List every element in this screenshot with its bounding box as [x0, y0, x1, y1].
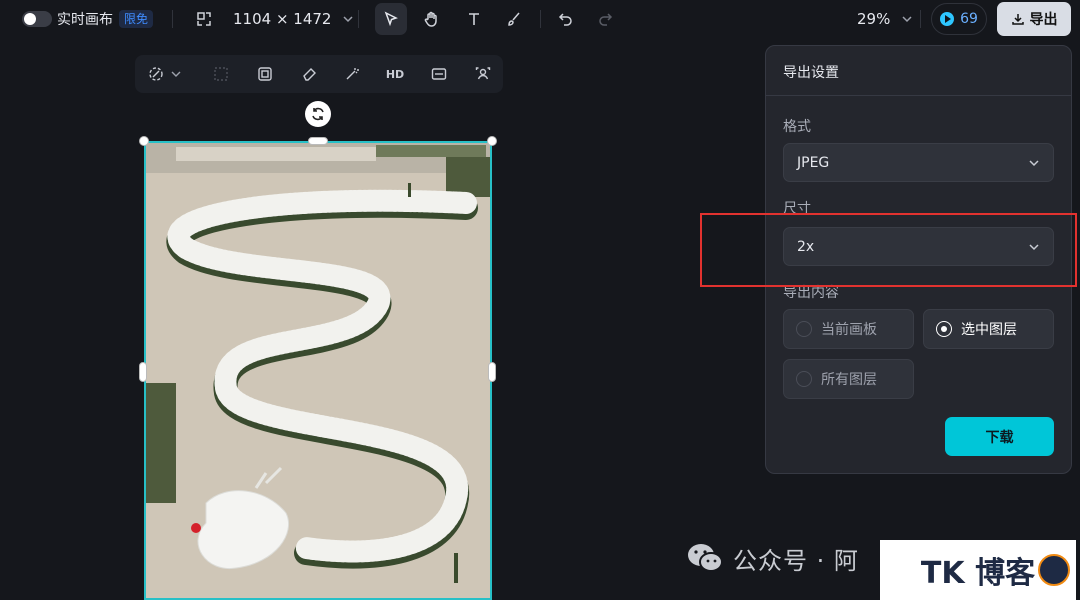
- portrait-button[interactable]: [473, 64, 493, 84]
- select-tool-button[interactable]: [375, 3, 407, 35]
- hd-plus-icon: [431, 68, 447, 80]
- format-label: 格式: [783, 119, 811, 135]
- radio-icon: [796, 371, 812, 387]
- export-label: 导出: [1029, 12, 1058, 28]
- credits-value: 69: [960, 11, 978, 27]
- magic-wand-button[interactable]: [342, 64, 362, 84]
- format-select[interactable]: JPEG: [783, 143, 1054, 182]
- canvas-size-selector[interactable]: 1104 × 1472: [233, 0, 355, 38]
- option-label: 当前画板: [821, 322, 877, 338]
- canvas-size-value: 1104 × 1472: [233, 10, 332, 28]
- chevron-down-icon: [1029, 160, 1039, 167]
- cursor-icon: [384, 11, 398, 27]
- chevron-down-icon: [902, 16, 912, 23]
- zoom-value: 29%: [857, 10, 891, 28]
- hand-icon: [424, 11, 437, 27]
- image-edit-toolbar: HD: [135, 55, 503, 93]
- option-current-artboard[interactable]: 当前画板: [783, 309, 914, 349]
- watermark-box-text: TK 博客: [920, 556, 1036, 591]
- panel-divider: [766, 95, 1071, 96]
- option-selected-layer[interactable]: 选中图层: [923, 309, 1054, 349]
- frame-button[interactable]: [255, 64, 275, 84]
- resize-handle-top-right[interactable]: [487, 136, 497, 146]
- hd-button[interactable]: HD: [385, 64, 405, 84]
- resize-handle-top-left[interactable]: [139, 136, 149, 146]
- text-tool-button[interactable]: [458, 3, 490, 35]
- option-all-layers[interactable]: 所有图层: [783, 359, 914, 399]
- regenerate-button[interactable]: [305, 101, 331, 127]
- download-button[interactable]: 下载: [945, 417, 1054, 456]
- frame-icon: [258, 67, 272, 81]
- highlight-annotation: [700, 213, 1077, 287]
- toolbar-divider: [358, 10, 359, 28]
- credits-icon: [940, 12, 955, 26]
- realtime-canvas-toggle[interactable]: [22, 11, 52, 27]
- portrait-icon: [475, 67, 491, 80]
- export-button[interactable]: 导出: [997, 2, 1071, 36]
- text-icon: [469, 13, 479, 25]
- format-value: JPEG: [797, 154, 830, 171]
- eraser-icon: [303, 68, 316, 81]
- hand-tool-button[interactable]: [416, 3, 448, 35]
- watermark: 公众号 · 阿: [685, 540, 859, 576]
- toolbar-divider: [920, 10, 921, 28]
- brush-tool-button[interactable]: [498, 3, 530, 35]
- panel-title: 导出设置: [783, 65, 839, 81]
- download-icon: [1011, 14, 1024, 25]
- radio-selected-icon: [936, 321, 952, 337]
- dragon-formation-image: [146, 143, 490, 598]
- toolbar-divider: [540, 10, 541, 28]
- resize-handle-top[interactable]: [308, 137, 328, 145]
- redo-icon: [599, 13, 613, 26]
- credits-button[interactable]: 69: [931, 3, 987, 35]
- eraser-button[interactable]: [299, 64, 319, 84]
- logo-circle-icon: [1038, 554, 1070, 586]
- crop-disabled-button[interactable]: [211, 64, 231, 84]
- chevron-down-icon: [171, 71, 181, 77]
- zoom-selector[interactable]: 29%: [857, 0, 914, 38]
- refresh-icon: [312, 107, 324, 121]
- resize-icon: [197, 12, 211, 26]
- toggle-knob: [24, 13, 36, 25]
- resize-handle-right[interactable]: [488, 362, 496, 382]
- color-picker-dropdown[interactable]: [145, 64, 185, 84]
- redo-button[interactable]: [589, 3, 621, 35]
- watermark-logo-box: TK 博客: [880, 540, 1076, 600]
- palette-icon: [149, 67, 163, 81]
- canvas-image[interactable]: [144, 141, 492, 600]
- resize-handle-left[interactable]: [139, 362, 147, 382]
- brush-icon: [508, 12, 520, 26]
- undo-button[interactable]: [550, 3, 582, 35]
- option-label: 选中图层: [961, 322, 1017, 338]
- realtime-canvas-label: 实时画布: [57, 12, 113, 28]
- option-label: 所有图层: [821, 372, 877, 388]
- watermark-text: 公众号 · 阿: [733, 546, 859, 575]
- top-toolbar: 实时画布 限免 1104 × 1472 29% 69 导出: [0, 0, 1080, 38]
- magic-wand-icon: [346, 68, 359, 80]
- chevron-down-icon: [343, 16, 353, 23]
- wechat-icon: [688, 544, 723, 572]
- crop-icon: [214, 67, 228, 81]
- radio-icon: [796, 321, 812, 337]
- resize-canvas-button[interactable]: [188, 3, 220, 35]
- hd-plus-button[interactable]: [429, 64, 449, 84]
- limited-free-badge: 限免: [119, 10, 154, 28]
- toolbar-divider: [172, 10, 173, 28]
- undo-icon: [558, 13, 572, 26]
